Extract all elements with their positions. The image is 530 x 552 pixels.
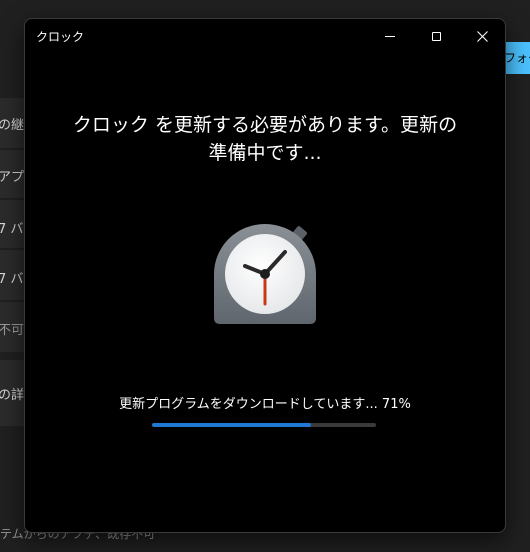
close-icon xyxy=(476,30,488,42)
maximize-button[interactable] xyxy=(413,19,459,53)
minimize-icon xyxy=(385,35,395,37)
download-status-text: 更新プログラムをダウンロードしています... 71% xyxy=(119,397,411,412)
maximize-icon xyxy=(431,31,441,41)
minimize-button[interactable] xyxy=(367,19,413,53)
download-progress-fill xyxy=(152,423,312,427)
headline-line-2: 準備中です... xyxy=(208,142,322,164)
clock-update-window: クロック クロック を更新する必要があります。更新の 準備中です... 更新プロ… xyxy=(24,18,506,533)
background-row-label: アプ xyxy=(0,170,25,185)
headline-line-1: クロック を更新する必要があります。更新の xyxy=(72,114,458,136)
background-row-label: 不可 xyxy=(0,323,25,338)
update-headline: クロック を更新する必要があります。更新の 準備中です... xyxy=(65,111,465,167)
window-title: クロック xyxy=(36,30,85,44)
title-bar[interactable]: クロック xyxy=(25,19,505,53)
close-button[interactable] xyxy=(459,19,505,53)
download-progress-bar xyxy=(152,423,376,427)
clock-app-icon xyxy=(214,224,316,324)
